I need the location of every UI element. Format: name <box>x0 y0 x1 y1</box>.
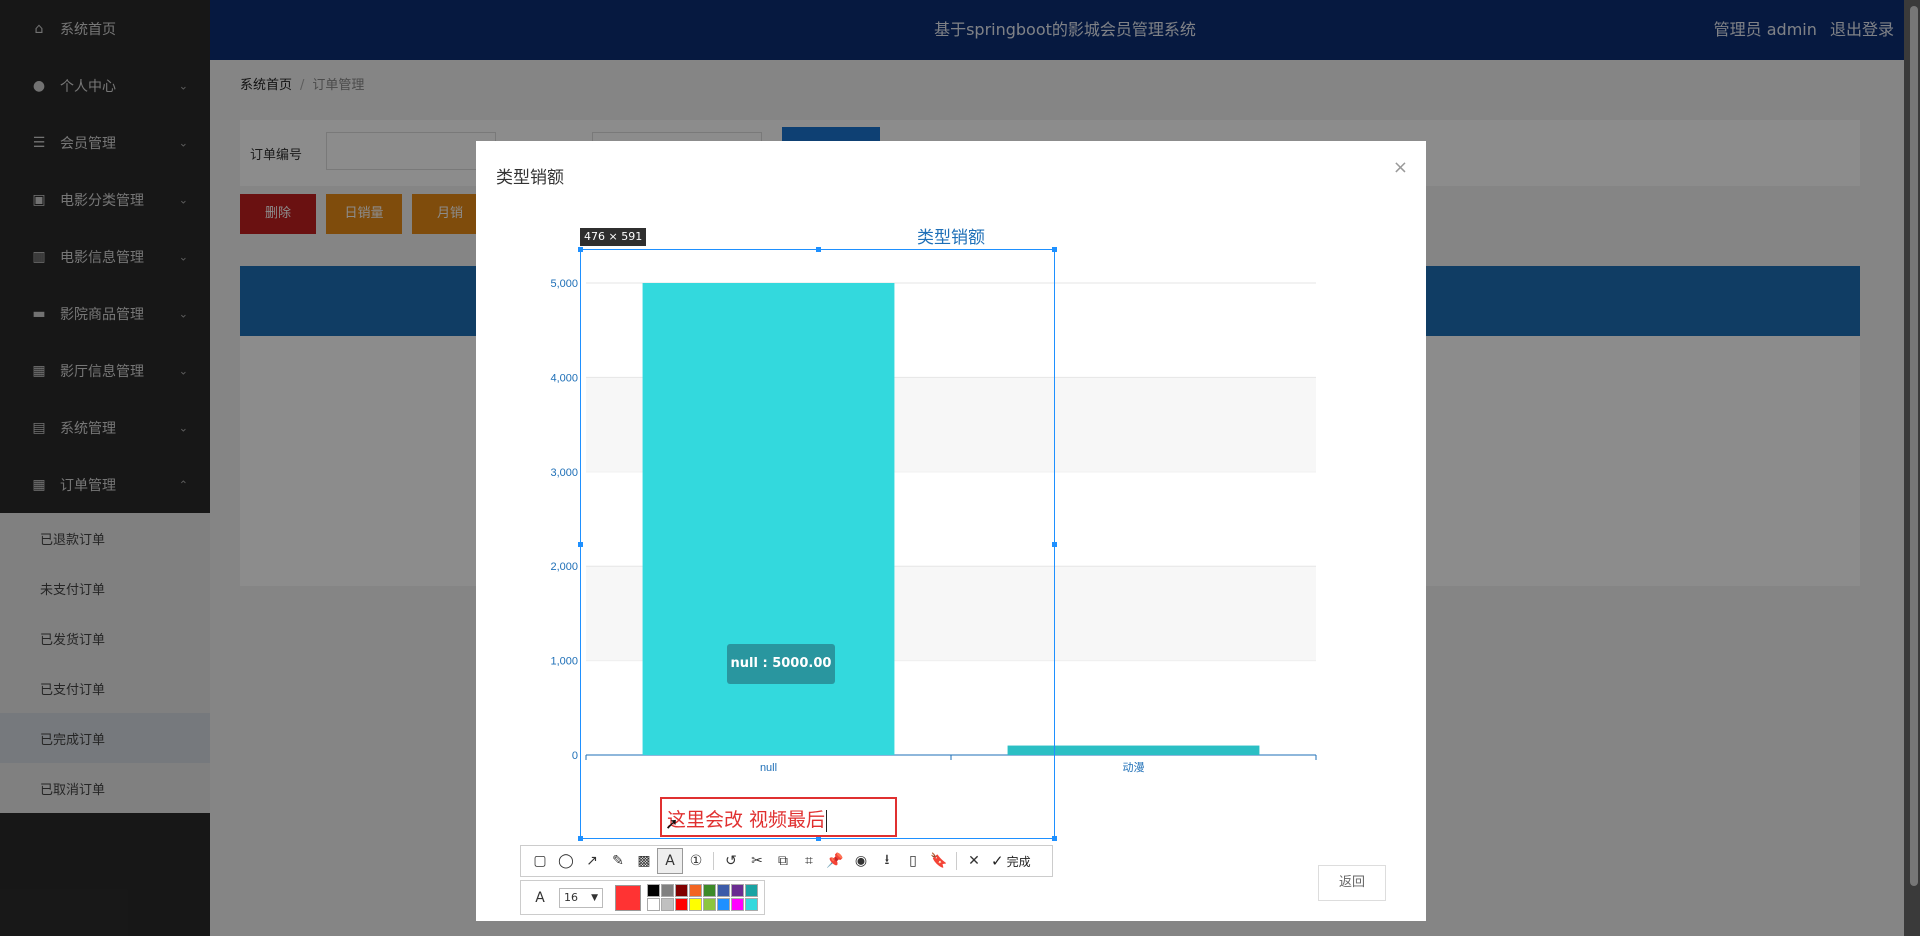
color-swatch[interactable] <box>717 883 730 897</box>
phone-icon[interactable]: ▯ <box>900 848 926 874</box>
scrollbar-thumb[interactable] <box>1910 6 1918 886</box>
toolbar-divider <box>956 852 957 870</box>
scissors-icon[interactable]: ✂ <box>744 848 770 874</box>
y-tick-label: 1,000 <box>550 656 578 668</box>
text-style-toolbar: A 16 ▼ <box>520 880 765 915</box>
font-size-select[interactable]: 16 ▼ <box>559 887 603 908</box>
bookmark-icon[interactable]: 🔖 <box>926 848 952 874</box>
color-swatch[interactable] <box>647 897 660 911</box>
done-button[interactable]: ✓ 完成 <box>991 852 1031 870</box>
capture-size-label: 476 × 591 <box>580 228 647 246</box>
y-tick-label: 3,000 <box>550 467 578 479</box>
color-swatch[interactable] <box>661 897 674 911</box>
mosaic-tool-icon[interactable]: ▩ <box>631 848 657 874</box>
color-palette <box>647 883 759 912</box>
text-caret <box>826 809 828 832</box>
color-swatch[interactable] <box>731 897 744 911</box>
rectangle-tool-icon[interactable]: ▢ <box>527 848 553 874</box>
check-icon: ✓ <box>991 852 1004 870</box>
color-swatch[interactable] <box>731 883 744 897</box>
toolbar-divider <box>713 852 714 870</box>
download-icon[interactable]: ⭳ <box>874 848 900 874</box>
color-swatch[interactable] <box>717 897 730 911</box>
y-tick-label: 5,000 <box>550 278 578 290</box>
ellipse-tool-icon[interactable]: ◯ <box>553 848 579 874</box>
pin-icon[interactable]: 📌 <box>822 848 848 874</box>
cancel-icon[interactable]: ✕ <box>961 848 987 874</box>
color-swatch[interactable] <box>703 897 716 911</box>
scrollbar[interactable] <box>1904 0 1920 936</box>
record-icon[interactable]: ◉ <box>848 848 874 874</box>
color-swatch[interactable] <box>647 883 660 897</box>
color-swatch[interactable] <box>745 897 758 911</box>
y-tick-label: 2,000 <box>550 561 578 573</box>
color-swatch[interactable] <box>689 897 702 911</box>
pen-tool-icon[interactable]: ✎ <box>605 848 631 874</box>
capture-toolbar: ▢ ◯ ↗ ✎ ▩ A ① ↺ ✂ ⧉ ⌗ 📌 ◉ ⭳ ▯ 🔖 ✕ ✓ 完成 <box>520 845 1053 877</box>
sales-chart: 0 1,000 2,000 3,000 4,000 5,000 null 动漫 类型销额 <box>550 228 1317 839</box>
arrow-tool-icon[interactable]: ↗ <box>579 848 605 874</box>
number-marker-icon[interactable]: ① <box>683 848 709 874</box>
chart-bar <box>642 283 895 755</box>
mouse-cursor-icon: ➚ <box>665 814 679 833</box>
current-color-swatch[interactable] <box>615 884 641 911</box>
annotation-text-content: 这里会改 视频最后 <box>667 809 826 831</box>
y-tick-label: 0 <box>572 750 578 762</box>
color-swatch[interactable] <box>661 883 674 897</box>
color-swatch[interactable] <box>675 897 688 911</box>
text-tool-icon[interactable]: A <box>657 848 683 874</box>
back-button[interactable]: 返回 <box>1318 865 1386 901</box>
done-label: 完成 <box>1006 854 1031 869</box>
undo-icon[interactable]: ↺ <box>718 848 744 874</box>
chevron-down-icon: ▼ <box>591 892 598 903</box>
color-swatch[interactable] <box>745 883 758 897</box>
text-annotation-box[interactable]: 这里会改 视频最后 <box>660 797 897 837</box>
color-swatch[interactable] <box>675 883 688 897</box>
chart-bar <box>1007 745 1260 755</box>
font-size-value: 16 <box>564 890 578 904</box>
chart-tooltip: null : 5000.00 <box>727 644 835 684</box>
annotation-text[interactable]: 这里会改 视频最后 <box>667 805 828 832</box>
color-swatch[interactable] <box>689 883 702 897</box>
font-size-icon: A <box>535 889 545 906</box>
color-swatch[interactable] <box>703 883 716 897</box>
chart-title: 类型销额 <box>917 228 985 248</box>
y-tick-label: 4,000 <box>550 372 578 384</box>
x-tick-label: null <box>760 762 777 774</box>
ocr-icon[interactable]: ⧉ <box>770 848 796 874</box>
scan-icon[interactable]: ⌗ <box>796 848 822 874</box>
x-tick-label: 动漫 <box>1123 760 1145 774</box>
